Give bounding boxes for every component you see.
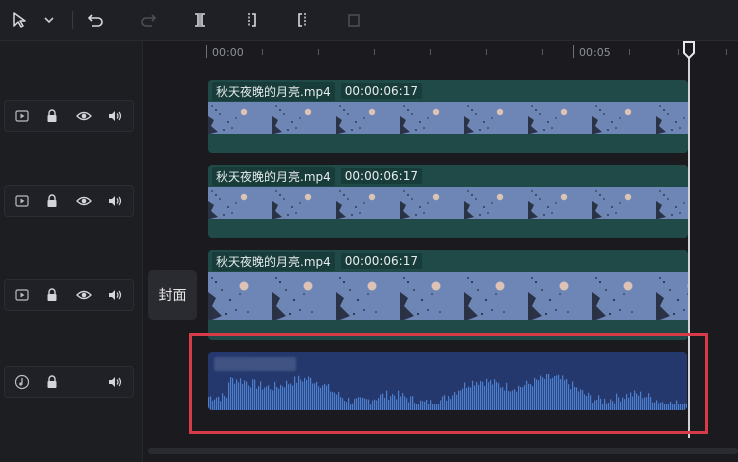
ruler-tick: [629, 49, 630, 55]
cover-label: 封面: [158, 288, 187, 304]
ruler-tick: [206, 45, 207, 58]
ruler-tick: [542, 49, 543, 55]
volume-icon[interactable]: [106, 107, 124, 125]
clip-name: 秋天夜晚的月亮.mp4: [212, 81, 335, 101]
video-clip[interactable]: 秋天夜晚的月亮.mp4 00:00:06:17: [208, 165, 688, 238]
lock-icon[interactable]: [43, 286, 61, 304]
volume-icon[interactable]: [106, 373, 124, 391]
video-track-icon[interactable]: [13, 107, 31, 125]
split-left-icon[interactable]: [240, 8, 264, 32]
chevron-down-icon[interactable]: [40, 8, 58, 32]
undo-icon[interactable]: [84, 8, 108, 32]
timeline-ruler[interactable]: 00:00 00:05: [206, 41, 738, 63]
ruler-tick: [726, 49, 727, 55]
track-control-panel: [0, 41, 143, 462]
video-clip[interactable]: 秋天夜晚的月亮.mp4 00:00:06:17: [208, 250, 688, 340]
music-icon[interactable]: [13, 373, 31, 391]
toolbar-separator: [72, 11, 73, 29]
volume-icon[interactable]: [106, 286, 124, 304]
clip-duration: 00:00:06:17: [340, 168, 422, 184]
clip-name: 秋天夜晚的月亮.mp4: [212, 166, 335, 186]
eye-icon[interactable]: [75, 192, 93, 210]
eye-icon[interactable]: [75, 107, 93, 125]
lock-icon[interactable]: [43, 192, 61, 210]
video-track-icon[interactable]: [13, 192, 31, 210]
ruler-tick: [486, 49, 487, 55]
eye-icon[interactable]: [75, 286, 93, 304]
ruler-tick: [374, 49, 375, 55]
highlight-box: [189, 333, 708, 434]
track-controls: [4, 100, 134, 132]
lock-icon[interactable]: [43, 373, 61, 391]
cover-button[interactable]: 封面: [148, 270, 197, 320]
horizontal-scrollbar[interactable]: [148, 448, 738, 454]
volume-icon[interactable]: [106, 192, 124, 210]
clip-thumbnails: [208, 272, 688, 320]
redo-icon[interactable]: [136, 8, 160, 32]
toolbar: [0, 0, 738, 41]
clip-thumbnails: [208, 187, 688, 219]
ruler-tick: [678, 49, 679, 55]
split-icon[interactable]: [188, 8, 212, 32]
track-controls: [4, 185, 134, 217]
split-right-icon[interactable]: [290, 8, 314, 32]
clip-duration: 00:00:06:17: [340, 253, 422, 269]
ruler-label-5s: 00:05: [579, 46, 611, 59]
clip-header: 秋天夜晚的月亮.mp4 00:00:06:17: [208, 80, 688, 102]
playhead-handle[interactable]: [682, 41, 696, 60]
clip-thumbnails: [208, 102, 688, 134]
pointer-icon[interactable]: [8, 8, 32, 32]
clip-name: 秋天夜晚的月亮.mp4: [212, 251, 335, 271]
clip-header: 秋天夜晚的月亮.mp4 00:00:06:17: [208, 165, 688, 187]
video-track-icon[interactable]: [13, 286, 31, 304]
clip-duration: 00:00:06:17: [340, 83, 422, 99]
ruler-tick: [318, 49, 319, 55]
track-controls: [4, 279, 134, 311]
video-clip[interactable]: 秋天夜晚的月亮.mp4 00:00:06:17: [208, 80, 688, 153]
ruler-tick: [573, 45, 574, 58]
track-controls: [4, 366, 134, 398]
ruler-tick: [430, 49, 431, 55]
delete-icon[interactable]: [342, 8, 366, 32]
ruler-tick: [262, 49, 263, 55]
lock-icon[interactable]: [43, 107, 61, 125]
clip-header: 秋天夜晚的月亮.mp4 00:00:06:17: [208, 250, 688, 272]
ruler-label-start: 00:00: [212, 46, 244, 59]
